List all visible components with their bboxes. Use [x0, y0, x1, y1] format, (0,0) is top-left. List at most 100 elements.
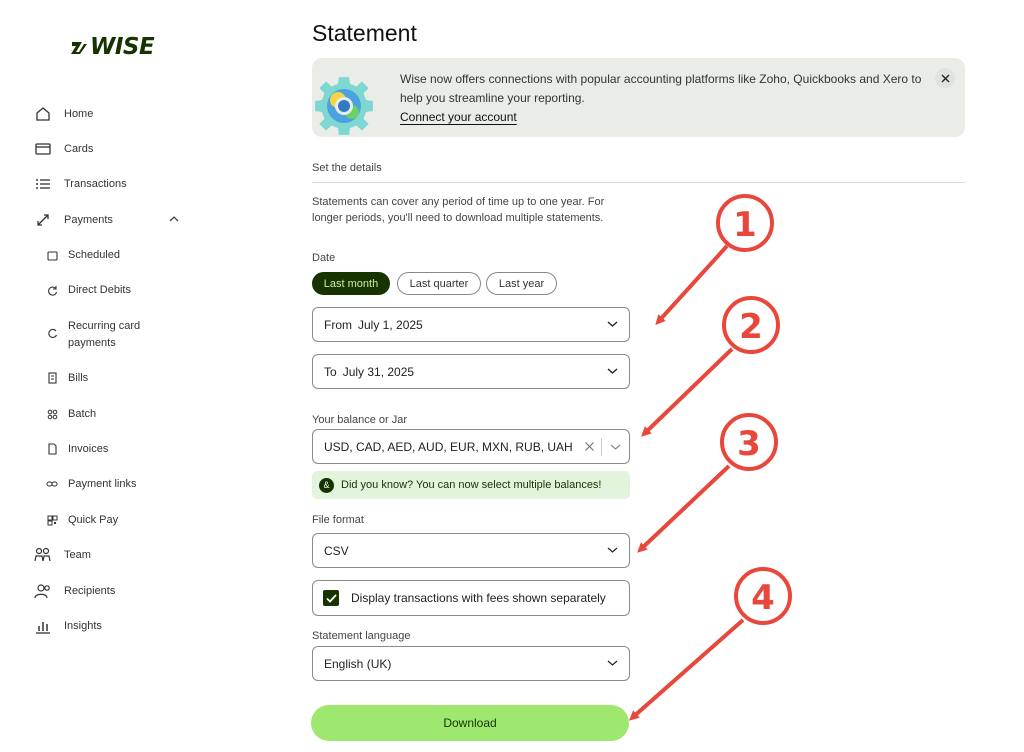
- section-heading: Set the details: [312, 162, 382, 174]
- annotation-1: 1: [655, 194, 774, 325]
- card-icon: [34, 140, 52, 158]
- balance-multiselect[interactable]: USD, CAD, AED, AUD, EUR, MXN, RUB, UAH: [312, 429, 630, 464]
- repeat-icon: [46, 326, 58, 340]
- link-icon: [46, 477, 58, 491]
- sidebar-item-label: Cards: [64, 143, 94, 155]
- chip-last-month[interactable]: Last month: [312, 272, 390, 295]
- from-date-select[interactable]: From July 1, 2025: [312, 307, 630, 342]
- sidebar-item-label: Payments: [64, 214, 113, 226]
- annotation-3: 3: [637, 413, 778, 553]
- chevron-down-icon: [607, 321, 618, 327]
- fees-separately-checkbox-row[interactable]: Display transactions with fees shown sep…: [312, 580, 630, 616]
- accounting-banner: Wise now offers connections with popular…: [312, 58, 965, 137]
- chart-icon: [34, 617, 52, 635]
- qr-icon: [46, 513, 58, 527]
- to-prefix: To: [324, 364, 337, 379]
- list-icon: [34, 175, 52, 193]
- date-label: Date: [312, 252, 336, 264]
- language-value: English (UK): [324, 656, 392, 671]
- annotation-number: 1: [733, 205, 757, 245]
- hint-text: Did you know? You can now select multipl…: [341, 479, 602, 491]
- chevron-down-icon: [607, 660, 618, 666]
- checkbox[interactable]: [323, 590, 339, 606]
- checkbox-label: Display transactions with fees shown sep…: [351, 591, 606, 605]
- sidebar-item-label: Quick Pay: [68, 514, 119, 526]
- to-date-value: July 31, 2025: [342, 364, 415, 379]
- sidebar-item-home[interactable]: Home: [34, 104, 93, 124]
- chevron-down-icon[interactable]: [610, 443, 621, 451]
- checkmark-icon: [325, 593, 337, 603]
- multi-balance-hint: & Did you know? You can now select multi…: [312, 471, 630, 499]
- sidebar-item-label: Insights: [64, 620, 102, 632]
- info-badge-icon: &: [319, 477, 334, 493]
- clear-icon[interactable]: [584, 441, 595, 452]
- sidebar-item-team[interactable]: Team: [34, 545, 91, 565]
- sidebar-item-label: Invoices: [68, 443, 109, 455]
- sidebar-item-insights[interactable]: Insights: [34, 616, 102, 636]
- connect-account-link[interactable]: Connect your account: [400, 110, 517, 124]
- sidebar-item-transactions[interactable]: Transactions: [34, 174, 127, 194]
- sidebar-subitem-scheduled[interactable]: Scheduled: [46, 247, 120, 264]
- sidebar-subitem-quick-pay[interactable]: Quick Pay: [46, 512, 118, 529]
- divider: [312, 182, 965, 183]
- banner-close-button[interactable]: [935, 68, 955, 88]
- chevron-down-icon: [607, 547, 618, 553]
- sidebar-subitem-direct-debits[interactable]: Direct Debits: [46, 282, 131, 299]
- file-format-value: CSV: [324, 543, 349, 558]
- download-button[interactable]: Download: [311, 705, 629, 741]
- file-format-select[interactable]: CSV: [312, 533, 630, 568]
- chevron-up-icon[interactable]: [168, 214, 180, 224]
- calendar-icon: [46, 248, 58, 262]
- statement-description: Statements can cover any period of time …: [312, 196, 605, 224]
- sidebar-item-label: Team: [64, 549, 91, 561]
- sidebar-subitem-invoices[interactable]: Invoices: [46, 441, 108, 458]
- close-icon: [941, 74, 949, 82]
- sidebar-item-label: Recipients: [64, 585, 116, 597]
- team-icon: [34, 546, 52, 564]
- separator: [601, 438, 602, 456]
- sidebar-item-label-line2: payments: [68, 337, 116, 349]
- chip-last-quarter[interactable]: Last quarter: [397, 272, 481, 295]
- banner-message: Wise now offers connections with popular…: [400, 72, 922, 105]
- page-title: Statement: [312, 20, 417, 46]
- chip-last-year[interactable]: Last year: [486, 272, 557, 295]
- sidebar-item-label: Transactions: [64, 178, 127, 190]
- transfer-icon: [34, 211, 52, 229]
- to-date-select[interactable]: To July 31, 2025: [312, 354, 630, 389]
- sidebar-item-label: Direct Debits: [68, 284, 131, 296]
- sidebar-item-label: Bills: [68, 372, 89, 384]
- sidebar-item-label: Payment links: [68, 478, 137, 490]
- invoice-icon: [46, 442, 58, 456]
- annotation-number: 3: [737, 424, 761, 464]
- file-format-label: File format: [312, 514, 364, 526]
- sidebar-item-cards[interactable]: Cards: [34, 139, 93, 159]
- sidebar-item-payments[interactable]: Payments: [34, 210, 113, 230]
- annotation-number: 4: [751, 578, 775, 618]
- sidebar-item-recipients[interactable]: Recipients: [34, 581, 115, 601]
- home-icon: [34, 105, 52, 123]
- brand-name: WISE: [90, 34, 155, 60]
- sidebar-item-label: Scheduled: [68, 249, 120, 261]
- sidebar-item-label: Batch: [68, 408, 97, 420]
- chevron-down-icon: [607, 368, 618, 374]
- refresh-icon: [46, 283, 58, 297]
- language-select[interactable]: English (UK): [312, 646, 630, 681]
- sidebar-subitem-recurring-card-payments[interactable]: Recurring card payments: [46, 318, 140, 352]
- bill-icon: [46, 371, 58, 385]
- sidebar-subitem-bills[interactable]: Bills: [46, 370, 88, 387]
- annotation-number: 2: [739, 307, 763, 347]
- sidebar-item-label: Recurring card payments: [68, 318, 140, 352]
- sidebar-subitem-batch[interactable]: Batch: [46, 406, 96, 423]
- balance-label: Your balance or Jar: [312, 414, 407, 426]
- wise-flag-icon: [71, 42, 87, 54]
- from-prefix: From: [324, 317, 352, 332]
- batch-icon: [46, 407, 58, 421]
- sidebar-subitem-payment-links[interactable]: Payment links: [46, 476, 136, 493]
- annotation-4: 4: [629, 567, 792, 721]
- gear-illustration-icon: [315, 77, 373, 135]
- sidebar-item-label-line1: Recurring card: [68, 320, 141, 332]
- wise-logo[interactable]: WISE: [70, 34, 155, 60]
- from-date-value: July 1, 2025: [358, 317, 423, 332]
- annotation-2: 2: [641, 296, 780, 437]
- language-label: Statement language: [312, 630, 411, 642]
